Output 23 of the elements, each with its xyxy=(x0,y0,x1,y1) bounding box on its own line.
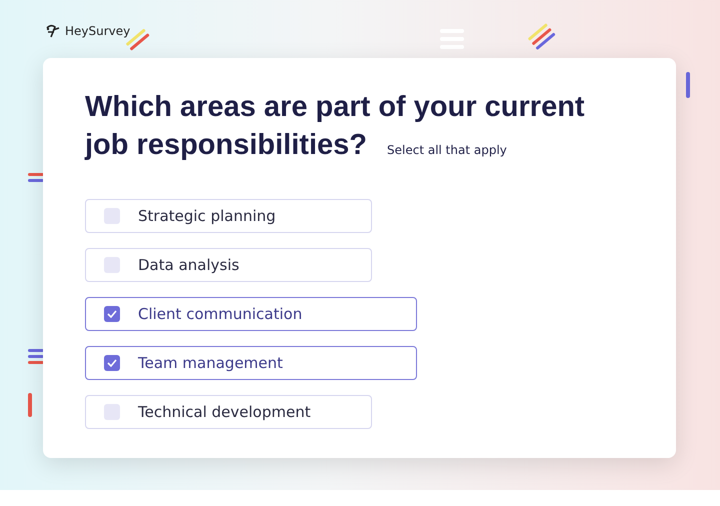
checkbox[interactable] xyxy=(104,404,120,420)
bar-icon xyxy=(28,393,32,417)
stripes-icon xyxy=(527,22,557,52)
question-title: Which areas are part of your current xyxy=(85,90,585,125)
stripes-icon xyxy=(28,348,44,366)
stripes-icon xyxy=(28,172,44,184)
check-icon xyxy=(107,310,117,318)
logo[interactable]: HeySurvey xyxy=(45,24,130,38)
checkbox[interactable] xyxy=(104,355,120,371)
answer-option[interactable]: Technical development xyxy=(85,395,372,429)
checkbox[interactable] xyxy=(104,306,120,322)
question-title: job responsibilities? xyxy=(85,128,367,163)
brand-name: HeySurvey xyxy=(65,24,130,38)
checkbox[interactable] xyxy=(104,208,120,224)
checkbox[interactable] xyxy=(104,257,120,273)
logo-icon xyxy=(45,24,61,38)
bar-icon xyxy=(686,72,690,98)
check-icon xyxy=(107,359,117,367)
answer-option[interactable]: Client communication xyxy=(85,297,417,331)
answer-option[interactable]: Team management xyxy=(85,346,417,380)
answer-option[interactable]: Data analysis xyxy=(85,248,372,282)
question-hint: Select all that apply xyxy=(387,142,507,158)
answer-option[interactable]: Strategic planning xyxy=(85,199,372,233)
